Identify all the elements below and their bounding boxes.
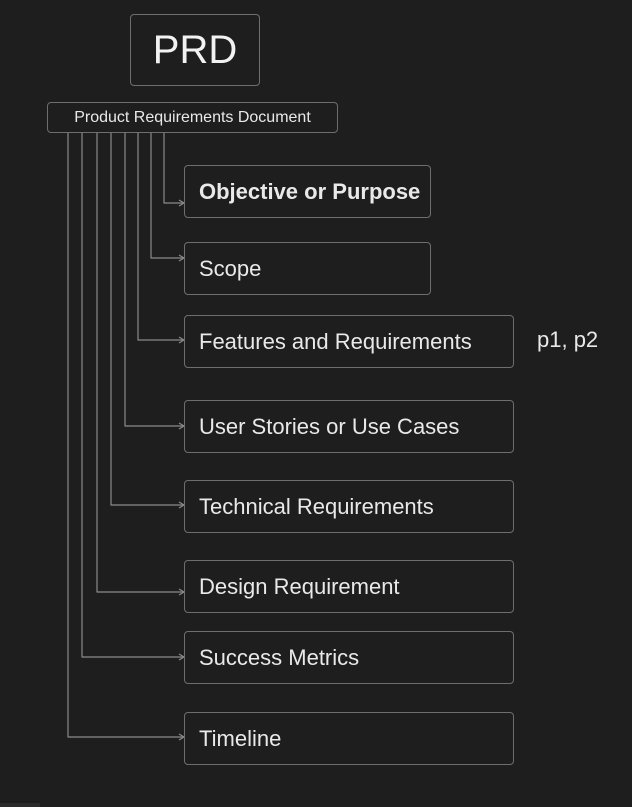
item-user-stories-label: User Stories or Use Cases	[199, 413, 460, 439]
item-objective-label: Objective or Purpose	[199, 178, 421, 204]
canvas-corner-mark	[0, 803, 40, 807]
item-scope-box: Scope	[184, 242, 431, 295]
connector-scope	[150, 133, 183, 259]
prd-subtitle-box: Product Requirements Document	[47, 102, 338, 133]
item-design-box: Design Requirement	[184, 560, 514, 613]
prd-title-box: PRD	[130, 14, 260, 86]
item-metrics-label: Success Metrics	[199, 644, 360, 670]
item-timeline-label: Timeline	[199, 725, 282, 751]
item-scope-label: Scope	[199, 255, 262, 281]
item-metrics-box: Success Metrics	[184, 631, 514, 684]
priority-note: p1, p2	[537, 327, 599, 352]
item-technical-box: Technical Requirements	[184, 480, 514, 533]
connector-user-stories	[124, 133, 183, 427]
item-timeline-box: Timeline	[184, 712, 514, 765]
connector-design	[96, 133, 183, 593]
prd-subtitle: Product Requirements Document	[74, 108, 311, 126]
connector-technical	[110, 133, 183, 506]
item-objective-box: Objective or Purpose	[184, 165, 431, 218]
item-technical-label: Technical Requirements	[199, 493, 434, 519]
connector-objective	[163, 133, 183, 204]
item-user-stories-box: User Stories or Use Cases	[184, 400, 514, 453]
prd-title: PRD	[152, 27, 238, 72]
item-features-label: Features and Requirements	[199, 328, 472, 354]
connector-features	[137, 133, 183, 341]
item-features-box: Features and Requirements	[184, 315, 514, 368]
item-design-label: Design Requirement	[199, 573, 400, 599]
